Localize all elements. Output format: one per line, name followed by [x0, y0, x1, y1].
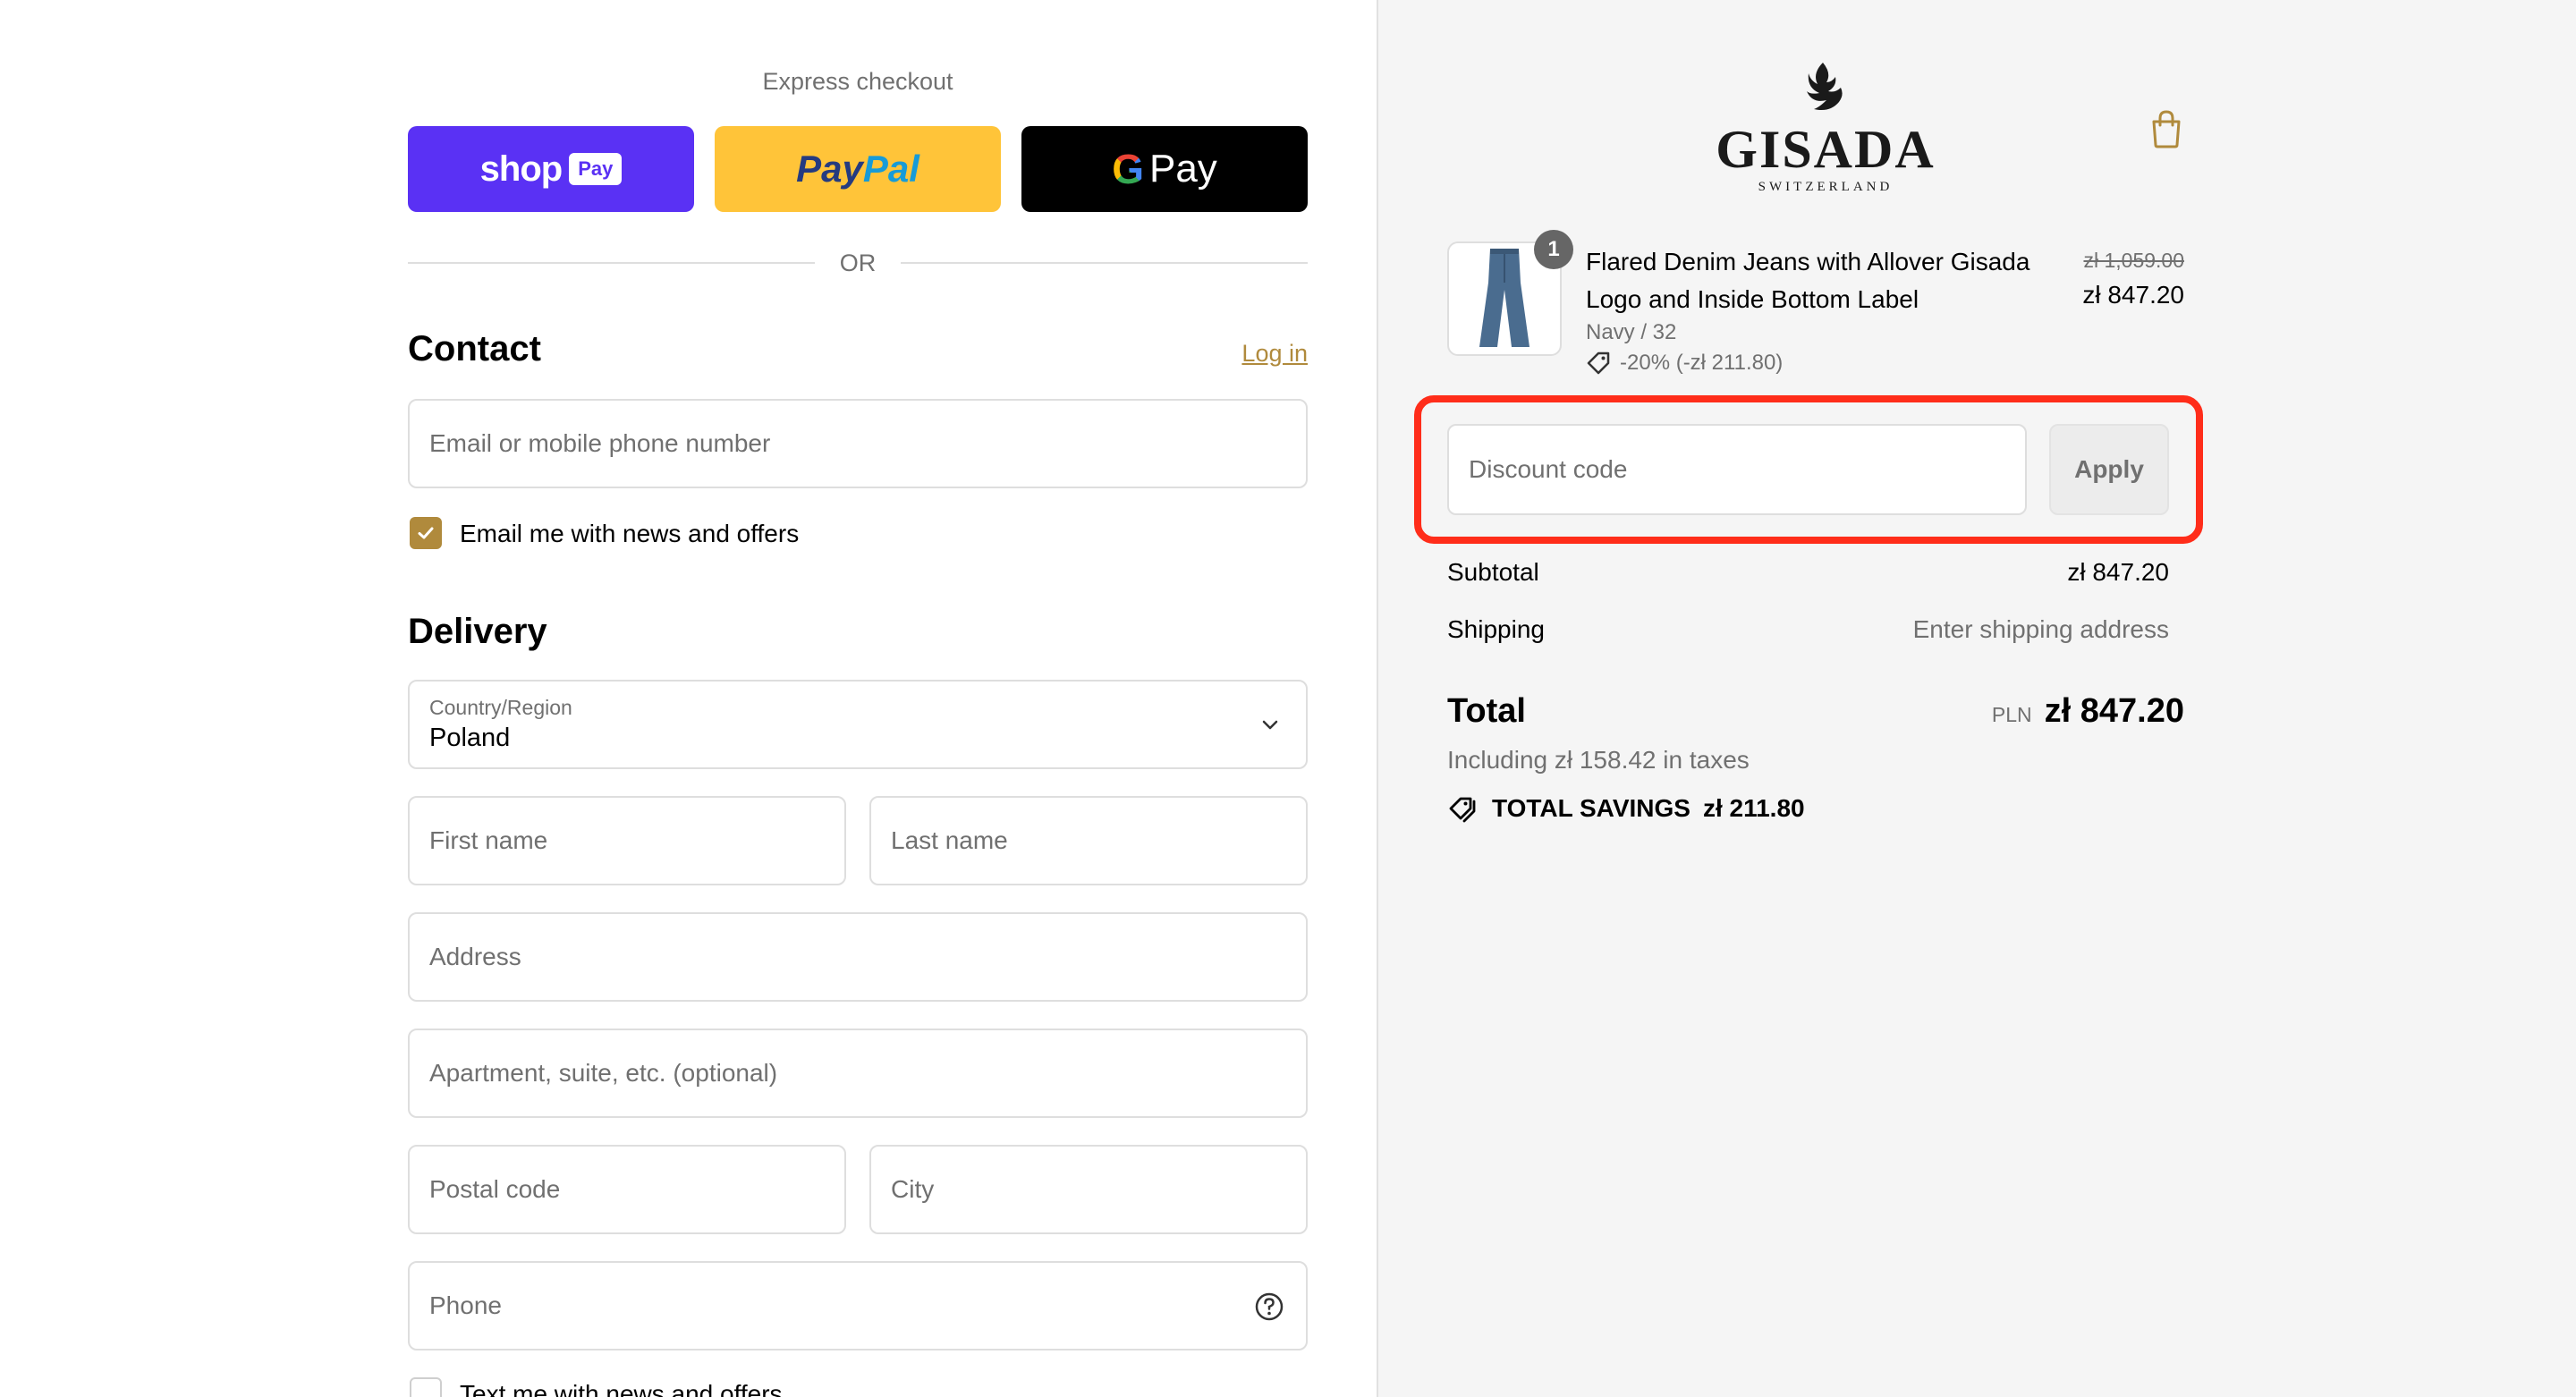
paypal-button[interactable]: PayPal: [715, 126, 1001, 212]
total-savings: TOTAL SAVINGS zł 211.80: [1447, 794, 1805, 823]
newsletter-checkbox[interactable]: [410, 517, 442, 549]
shop-pay-badge: Pay: [569, 153, 623, 185]
shipping-row: Shipping Enter shipping address: [1447, 615, 2169, 644]
subtotal-value: zł 847.20: [2067, 558, 2169, 586]
quantity-badge: 1: [1534, 230, 1573, 269]
first-name-placeholder: First name: [429, 826, 548, 854]
brand-tagline: SWITZERLAND: [1758, 180, 1894, 194]
login-link[interactable]: Log in: [1241, 340, 1308, 368]
contact-title: Contact: [408, 329, 541, 368]
address-placeholder: Address: [429, 943, 521, 970]
first-name-field[interactable]: First name: [408, 796, 846, 885]
order-summary-panel: GISADA SWITZERLAND 1 Flared Denim Jeans …: [1377, 0, 2576, 1397]
product-name: Flared Denim Jeans with Allover Gisada L…: [1586, 248, 2030, 313]
check-icon: [418, 527, 434, 539]
newsletter-label: Email me with news and offers: [460, 520, 800, 547]
shop-pay-button[interactable]: shop Pay: [408, 126, 694, 212]
total-label: Total: [1447, 692, 1526, 730]
subtotal-row: Subtotal zł 847.20: [1447, 558, 2169, 587]
shopping-bag-icon[interactable]: [2148, 109, 2184, 148]
product-discount: -20% (-zł 211.80): [1586, 351, 1783, 376]
chevron-down-icon: [1262, 720, 1278, 730]
jeans-image: [1479, 249, 1530, 347]
google-pay-button[interactable]: G Pay: [1021, 126, 1308, 212]
shop-pay-wordmark: shop: [479, 148, 564, 189]
last-name-field[interactable]: Last name: [869, 796, 1308, 885]
brand-logo[interactable]: GISADA SWITZERLAND: [1700, 61, 1951, 195]
city-field[interactable]: City: [869, 1145, 1308, 1234]
divider-line: [901, 262, 1308, 264]
postal-code-field[interactable]: Postal code: [408, 1145, 846, 1234]
total-amount: PLN zł 847.20: [1992, 692, 2184, 731]
phone-placeholder: Phone: [429, 1291, 502, 1319]
tag-icon: [1587, 351, 1610, 375]
product-variant: Navy / 32: [1586, 320, 1677, 344]
apply-discount-button[interactable]: Apply: [2049, 424, 2169, 515]
phone-field[interactable]: Phone: [408, 1261, 1308, 1350]
country-select[interactable]: Country/Region Poland: [408, 680, 1308, 769]
original-price: zł 1,059.00: [2083, 249, 2184, 272]
final-price: zł 847.20: [2082, 281, 2184, 309]
sms-checkbox[interactable]: [410, 1377, 442, 1397]
tags-icon: [1449, 797, 1476, 823]
express-checkout-title: Express checkout: [762, 68, 953, 95]
or-divider: OR: [408, 247, 1308, 279]
savings-label: TOTAL SAVINGS: [1492, 794, 1690, 822]
email-field[interactable]: Email or mobile phone number: [408, 399, 1308, 488]
country-value: Poland: [429, 724, 511, 752]
apartment-placeholder: Apartment, suite, etc. (optional): [429, 1059, 778, 1087]
discount-code-placeholder: Discount code: [1469, 455, 1628, 483]
postal-code-placeholder: Postal code: [429, 1175, 561, 1203]
checkout-form-panel: Express checkout shop Pay PayPal G Pay O…: [0, 0, 1377, 1397]
sms-label: Text me with news and offers: [460, 1380, 783, 1397]
subtotal-label: Subtotal: [1447, 558, 1539, 586]
brand-wing-icon: [1807, 63, 1843, 110]
google-pay-wordmark: Pay: [1148, 147, 1217, 190]
email-placeholder: Email or mobile phone number: [429, 429, 771, 457]
google-g-icon: G: [1112, 146, 1144, 192]
apartment-field[interactable]: Apartment, suite, etc. (optional): [408, 1029, 1308, 1118]
discount-code-input[interactable]: Discount code: [1447, 424, 2027, 515]
divider-line: [408, 262, 815, 264]
address-field[interactable]: Address: [408, 912, 1308, 1002]
product-discount-text: -20% (-zł 211.80): [1620, 351, 1784, 375]
paypal-wordmark: PayPal: [796, 148, 919, 190]
or-label: OR: [839, 249, 877, 276]
taxes-note: Including zł 158.42 in taxes: [1447, 746, 1750, 774]
shipping-value: Enter shipping address: [1912, 615, 2169, 643]
total-value: zł 847.20: [2044, 692, 2184, 730]
savings-value: zł 211.80: [1702, 794, 1805, 822]
help-icon[interactable]: [1254, 1291, 1284, 1322]
delivery-title: Delivery: [408, 612, 547, 651]
country-label: Country/Region: [429, 696, 572, 719]
city-placeholder: City: [891, 1175, 935, 1203]
last-name-placeholder: Last name: [891, 826, 1008, 854]
total-currency: PLN: [1991, 703, 2032, 726]
shipping-label: Shipping: [1447, 615, 1545, 643]
brand-name: GISADA: [1716, 120, 1936, 179]
